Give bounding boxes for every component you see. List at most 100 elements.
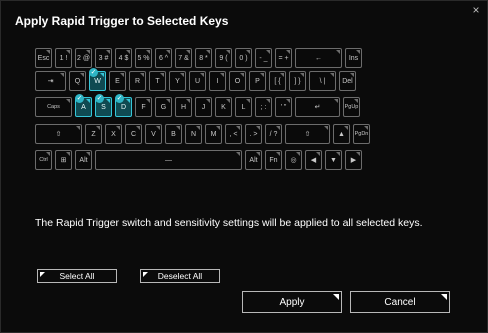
key-row4-1[interactable]: Z (85, 124, 102, 144)
key-row2-2[interactable]: ✓ W (89, 68, 106, 91)
key-row3-4[interactable]: F (135, 97, 152, 117)
key-row1-0[interactable]: Esc (35, 48, 52, 68)
key-row1-6[interactable]: 6 ^ (155, 48, 172, 68)
key-row2-8[interactable]: I (209, 71, 226, 91)
key-corner-icon (286, 50, 290, 54)
key-row4-10[interactable]: / ? (265, 124, 282, 144)
key-row2-0[interactable]: ⇥ (35, 71, 66, 91)
key-corner-icon (46, 152, 50, 156)
key-row4-7[interactable]: M (205, 124, 222, 144)
key-row3-3[interactable]: ✓ D (115, 94, 132, 117)
key-row1-9[interactable]: 9 ( (215, 48, 232, 68)
key-row2-12[interactable]: ] } (289, 71, 306, 91)
key-row2-11[interactable]: [ { (269, 71, 286, 91)
key-row1-11[interactable]: - _ (255, 48, 272, 68)
key-row2-7[interactable]: U (189, 71, 206, 91)
key-row1-3[interactable]: 3 # (95, 48, 112, 68)
key-row1-1[interactable]: 1 ! (55, 48, 72, 68)
key-label: 6 ^ (158, 54, 169, 62)
key-row3-0[interactable]: Caps (35, 97, 72, 117)
key-label: ◎ (290, 157, 297, 164)
key-row1-8[interactable]: 8 * (195, 48, 212, 68)
key-row5-0[interactable]: Ctrl (35, 150, 52, 170)
key-row5-4[interactable]: Alt (245, 150, 262, 170)
key-row4-9[interactable]: . > (245, 124, 262, 144)
key-row1-13[interactable]: ← (295, 48, 342, 68)
key-row4-0[interactable]: ⇧ (35, 124, 82, 144)
key-label: J (201, 103, 206, 111)
key-row5-6[interactable]: ◎ (285, 150, 302, 170)
key-label: D (120, 103, 127, 111)
key-row4-3[interactable]: C (125, 124, 142, 144)
key-row3-7[interactable]: J (195, 97, 212, 117)
key-row2-4[interactable]: R (129, 71, 146, 91)
apply-button[interactable]: Apply (242, 291, 342, 313)
key-corner-icon (166, 99, 170, 103)
dialog-title: Apply Rapid Trigger to Selected Keys (15, 14, 229, 28)
key-row5-9[interactable]: ▶ (345, 150, 362, 170)
key-corner-icon (156, 126, 160, 130)
key-row4-2[interactable]: X (105, 124, 122, 144)
select-all-button[interactable]: Select All (37, 269, 117, 283)
key-corner-icon (146, 50, 150, 54)
key-corner-icon (80, 73, 84, 77)
key-label: - _ (259, 54, 268, 62)
key-row1-4[interactable]: 4 $ (115, 48, 132, 68)
key-row3-1[interactable]: ✓ A (75, 94, 92, 117)
key-row2-9[interactable]: O (229, 71, 246, 91)
key-row5-2[interactable]: Alt (75, 150, 92, 170)
key-label: X (111, 130, 116, 138)
key-row4-12[interactable]: ▲ (333, 124, 350, 144)
key-row3-11[interactable]: ' " (275, 97, 292, 117)
key-row1-10[interactable]: 0 ) (235, 48, 252, 68)
key-row4-13[interactable]: PgDn (353, 124, 370, 144)
key-row2-3[interactable]: E (109, 71, 126, 91)
check-icon: ✓ (89, 68, 98, 77)
key-row4-5[interactable]: B (165, 124, 182, 144)
key-row4-4[interactable]: V (145, 124, 162, 144)
key-corner-icon (280, 73, 284, 77)
key-row4-8[interactable]: , < (225, 124, 242, 144)
key-row1-7[interactable]: 7 & (175, 48, 192, 68)
key-row3-6[interactable]: H (175, 97, 192, 117)
key-row2-5[interactable]: T (149, 71, 166, 91)
key-row5-3[interactable]: — (95, 150, 242, 170)
key-row4-6[interactable]: N (185, 124, 202, 144)
key-row4-11[interactable]: ⇧ (285, 124, 330, 144)
corner-mark-icon (441, 294, 447, 300)
key-row2-6[interactable]: Y (169, 71, 186, 91)
key-corner-icon (286, 99, 290, 103)
key-row3-2[interactable]: ✓ S (95, 94, 112, 117)
key-row3-5[interactable]: G (155, 97, 172, 117)
key-row3-8[interactable]: K (215, 97, 232, 117)
key-row1-2[interactable]: 2 @ (75, 48, 92, 68)
key-corner-icon (330, 73, 334, 77)
key-row1-12[interactable]: = + (275, 48, 292, 68)
cancel-button[interactable]: Cancel (350, 291, 450, 313)
key-row3-12[interactable]: ↵ (295, 97, 340, 117)
key-label: ▲ (338, 130, 345, 138)
key-corner-icon (106, 99, 110, 103)
key-row5-7[interactable]: ◀ (305, 150, 322, 170)
key-row1-5[interactable]: 5 % (135, 48, 152, 68)
close-icon[interactable]: × (469, 3, 483, 17)
key-row5-1[interactable]: ⊞ (55, 150, 72, 170)
key-row2-10[interactable]: P (249, 71, 266, 91)
key-row2-14[interactable]: Del (339, 71, 356, 91)
key-label: N (190, 130, 197, 138)
key-row2-13[interactable]: \ | (309, 71, 336, 91)
key-row3-13[interactable]: PgUp (343, 97, 360, 117)
key-corner-icon (266, 50, 270, 54)
deselect-all-button[interactable]: Deselect All (140, 269, 220, 283)
key-corner-icon (266, 99, 270, 103)
key-label: 4 $ (118, 54, 129, 62)
key-label: ⇧ (55, 131, 62, 138)
key-row3-10[interactable]: ; : (255, 97, 272, 117)
key-label: E (115, 77, 120, 85)
key-row5-5[interactable]: Fn (265, 150, 282, 170)
key-corner-icon (126, 99, 130, 103)
key-row5-8[interactable]: ▼ (325, 150, 342, 170)
key-row1-14[interactable]: Ins (345, 48, 362, 68)
key-row3-9[interactable]: L (235, 97, 252, 117)
key-row2-1[interactable]: Q (69, 71, 86, 91)
